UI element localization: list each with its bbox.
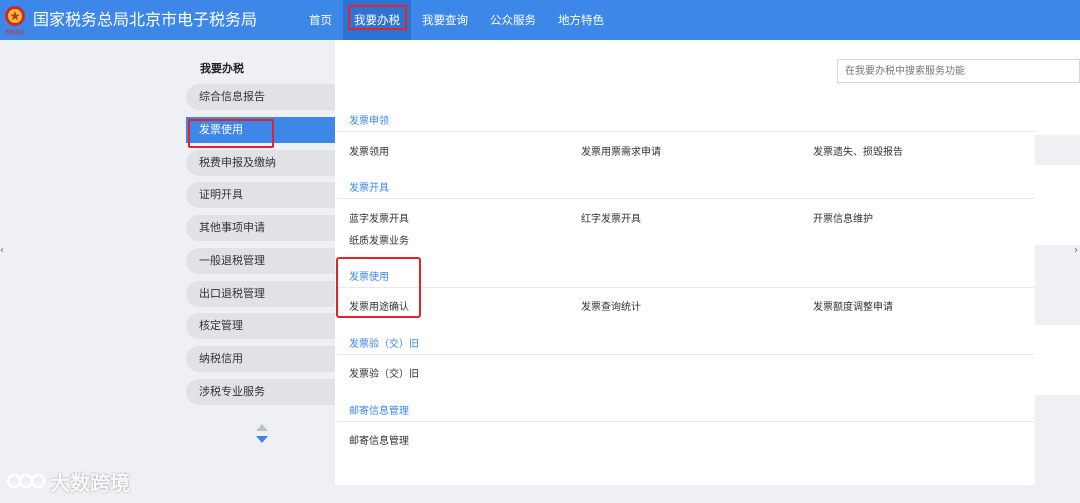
sidebar-item-certificates[interactable]: 证明开具 (186, 182, 335, 209)
sidebar-item-assessment[interactable]: 核定管理 (186, 313, 335, 340)
sidebar-item-tax-filing[interactable]: 税费申报及缴纳 (186, 149, 335, 176)
divider (337, 198, 1035, 199)
section-title-invoice-issue: 发票开具 (349, 183, 389, 194)
service-link[interactable]: 纸质发票业务 (349, 232, 409, 247)
sidebar-menu: 综合信息报告 发票使用 税费申报及缴纳 证明开具 其他事项申请 一般退税管理 出… (186, 84, 335, 412)
divider (337, 287, 1035, 288)
divider (337, 421, 1035, 422)
sidebar-scroll-icon[interactable] (254, 423, 270, 445)
site-title[interactable]: 国家税务总局北京市电子税务局 (33, 0, 257, 40)
divider (337, 354, 1035, 355)
watermark-logo-icon (6, 473, 46, 489)
service-link[interactable]: 蓝字发票开具 (349, 210, 409, 225)
nav-local-features[interactable]: 地方特色 (547, 0, 615, 40)
sidebar-title: 我要办税 (200, 62, 244, 75)
emblem-caption: 国家税务 (5, 29, 25, 36)
sidebar-item-refund[interactable]: 一般退税管理 (186, 247, 335, 274)
sidebar-item-other-requests[interactable]: 其他事项申请 (186, 215, 335, 241)
service-link[interactable]: 发票领用 (349, 143, 389, 158)
section-title-invoice-verify: 发票验（交）旧 (349, 339, 419, 350)
watermark-text: 大数跨境 (50, 470, 130, 495)
service-link[interactable]: 红字发票开具 (581, 210, 641, 225)
highlight-annotation (336, 257, 421, 318)
right-strip (1035, 40, 1080, 135)
service-link[interactable]: 发票用票需求申请 (581, 143, 661, 158)
tax-emblem-logo[interactable]: 国家税务 (2, 4, 28, 36)
watermark: 大数跨境 (6, 466, 130, 496)
service-link[interactable]: 发票遗失、损毁报告 (813, 143, 903, 158)
service-link[interactable]: 邮寄信息管理 (349, 432, 409, 447)
sidebar-item-invoice-use[interactable]: 发票使用 (186, 116, 335, 148)
nav-tax-handling[interactable]: 我要办税 (343, 0, 411, 40)
section-title-invoice-apply: 发票申领 (349, 116, 389, 127)
sidebar-item-tax-credit[interactable]: 纳税信用 (186, 346, 335, 372)
top-header: 国家税务 国家税务总局北京市电子税务局 首页 我要办税 我要查询 公众服务 地方… (0, 0, 1080, 40)
chevron-right-icon[interactable]: › (1074, 245, 1078, 256)
section-title-mail-info: 邮寄信息管理 (349, 406, 409, 417)
chevron-left-icon[interactable]: ‹ (0, 245, 4, 256)
service-search-input[interactable] (837, 59, 1080, 83)
nav-home[interactable]: 首页 (298, 0, 343, 40)
main-nav: 首页 我要办税 我要查询 公众服务 地方特色 (298, 0, 615, 40)
service-link[interactable]: 发票额度调整申请 (813, 298, 893, 313)
right-strip (1035, 325, 1080, 395)
divider (337, 131, 1035, 132)
sidebar-item-export-refund[interactable]: 出口退税管理 (186, 280, 335, 307)
nav-public-services[interactable]: 公众服务 (479, 0, 547, 40)
service-link[interactable]: 开票信息维护 (813, 210, 873, 225)
service-link[interactable]: 发票查询统计 (581, 298, 641, 313)
right-strip (1035, 165, 1080, 245)
sidebar-item-professional-services[interactable]: 涉税专业服务 (186, 378, 335, 405)
service-link[interactable]: 发票验（交）旧 (349, 365, 419, 380)
nav-query[interactable]: 我要查询 (411, 0, 479, 40)
sidebar-item-info-report[interactable]: 综合信息报告 (186, 84, 335, 110)
service-panel (335, 40, 1035, 485)
